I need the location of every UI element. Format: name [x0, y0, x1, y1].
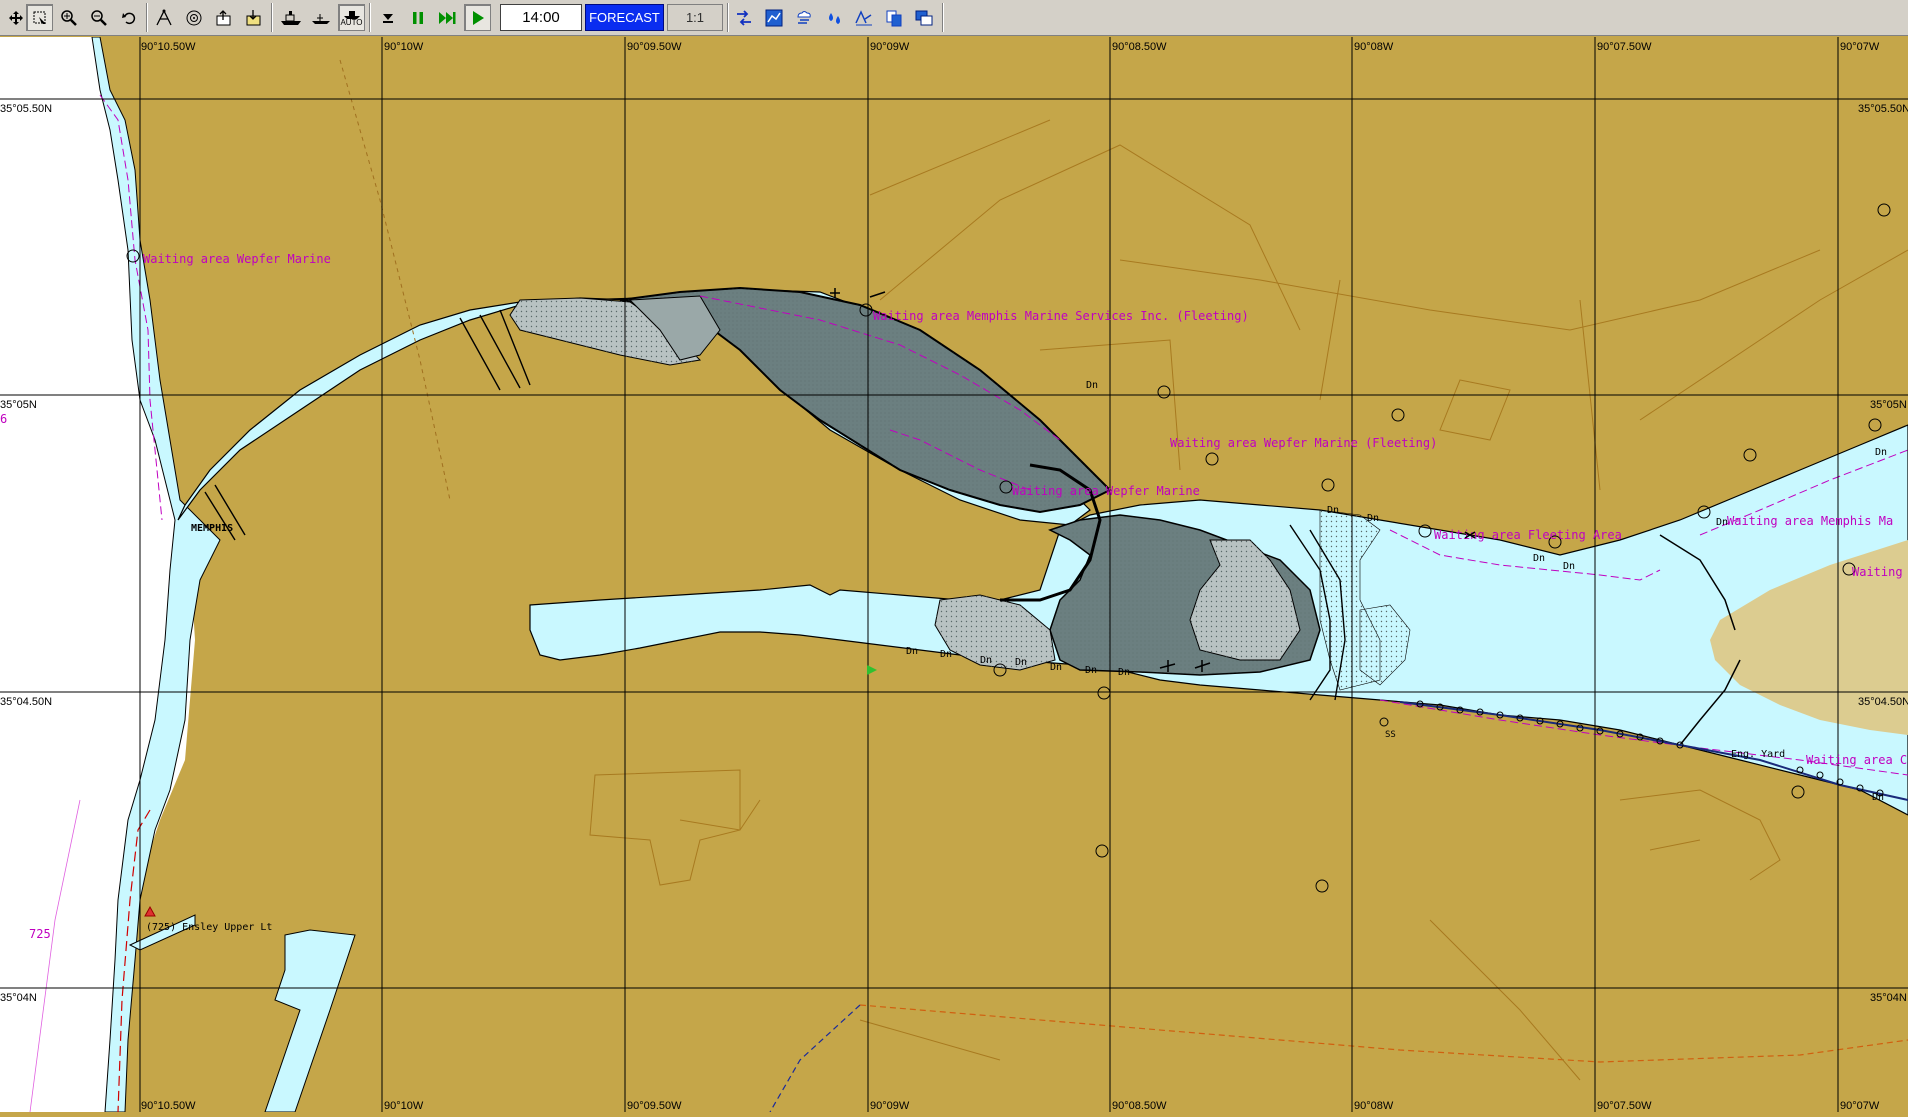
- lat-label-right: 35°05.50N: [1858, 103, 1908, 115]
- lon-label-top: 90°09W: [870, 41, 910, 53]
- toolbar-separator: [942, 3, 944, 32]
- export-icon[interactable]: [210, 4, 237, 31]
- dn-label: Dn: [1533, 553, 1545, 564]
- move-arrows-icon[interactable]: [2, 4, 29, 31]
- waiting-area-label: Waiting area Wepfer Marine (Fleeting): [1170, 436, 1437, 450]
- lon-label-bottom: 90°08W: [1354, 1100, 1394, 1112]
- dn-label: Dn: [980, 655, 992, 666]
- edge-label: 6: [0, 412, 7, 426]
- lon-label-top: 90°07.50W: [1597, 41, 1652, 53]
- dn-label: Dn: [906, 646, 918, 657]
- waiting-area-label: Waiting area Wepfer Marine: [143, 252, 331, 266]
- lat-label-left: 35°05N: [0, 399, 37, 411]
- waiting-area-label: Waiting: [1852, 565, 1903, 579]
- current-arrows-icon[interactable]: [730, 4, 757, 31]
- lon-label-bottom: 90°07.50W: [1597, 1100, 1652, 1112]
- waiting-area-label: Waiting area Cory: [1806, 753, 1908, 767]
- time-field[interactable]: 14:00: [500, 4, 582, 31]
- dn-label: Dn: [1086, 380, 1098, 391]
- lat-label-left: 35°04.50N: [0, 696, 52, 708]
- city-label: MEMPHIS: [191, 523, 233, 534]
- chart-toolbar: AUTO 14:00 FORECAST 1:1: [0, 0, 1908, 36]
- lon-label-top: 90°08W: [1354, 41, 1394, 53]
- toolbar-separator: [146, 3, 148, 32]
- waiting-area-label: Waiting area Memphis Marine Services Inc…: [873, 309, 1249, 323]
- ss-label: SS: [1385, 730, 1396, 740]
- lon-label-bottom: 90°10.50W: [141, 1100, 196, 1112]
- lon-label-top: 90°07W: [1840, 41, 1880, 53]
- lon-label-bottom: 90°09.50W: [627, 1100, 682, 1112]
- chart-layers-icon[interactable]: [760, 4, 787, 31]
- waiting-area-label: Waiting area Fleeting Area: [1434, 528, 1622, 542]
- lat-label-left: 35°04N: [0, 992, 37, 1004]
- import-icon[interactable]: [240, 4, 267, 31]
- route-icon[interactable]: [150, 4, 177, 31]
- lon-label-top: 90°10.50W: [141, 41, 196, 53]
- windows-icon[interactable]: [910, 4, 937, 31]
- lat-label-right: 35°04.50N: [1858, 696, 1908, 708]
- zoom-out-icon[interactable]: [85, 4, 112, 31]
- zoom-in-icon[interactable]: [55, 4, 82, 31]
- target-icon[interactable]: [180, 4, 207, 31]
- eng-yard-label: Eng. Yard: [1731, 749, 1785, 760]
- nautical-chart[interactable]: 90°10.50W 90°10W 90°09.50W 90°09W 90°08.…: [0, 36, 1908, 1113]
- auto-mode-button[interactable]: AUTO: [338, 4, 365, 31]
- pause-icon[interactable]: [404, 4, 431, 31]
- lat-label-left: 35°05.50N: [0, 103, 52, 115]
- dn-label: Dn: [1118, 667, 1130, 678]
- mile-marker: 725: [29, 927, 51, 941]
- toolbar-separator: [271, 3, 273, 32]
- auto-label: AUTO: [340, 17, 363, 27]
- lat-label-right: 35°05N: [1870, 399, 1907, 411]
- dn-label: Dn: [1327, 505, 1339, 516]
- waiting-area-label: Waiting area Memphis Ma: [1727, 514, 1893, 528]
- lon-label-bottom: 90°09W: [870, 1100, 910, 1112]
- dn-label: Dn: [1050, 662, 1062, 673]
- play-icon[interactable]: [464, 4, 491, 31]
- lat-label-right: 35°04N: [1870, 992, 1907, 1004]
- tide-curve-icon[interactable]: [850, 4, 877, 31]
- copy-icon[interactable]: [880, 4, 907, 31]
- forecast-button[interactable]: FORECAST: [585, 4, 664, 31]
- dn-label: Dn: [1085, 665, 1097, 676]
- vessel-icon[interactable]: [307, 4, 334, 31]
- dn-label: Dn: [1563, 561, 1575, 572]
- lon-label-top: 90°08.50W: [1112, 41, 1167, 53]
- dn-label: Dn: [1716, 517, 1728, 528]
- dn-label: Dn: [1015, 657, 1027, 668]
- fast-forward-icon[interactable]: [434, 4, 461, 31]
- lon-label-top: 90°10W: [384, 41, 424, 53]
- dn-label: Dn: [1872, 792, 1884, 803]
- select-box-icon[interactable]: [26, 4, 53, 31]
- toolbar-separator: [369, 3, 371, 32]
- stop-icon[interactable]: [374, 4, 401, 31]
- lon-label-bottom: 90°10W: [384, 1100, 424, 1112]
- dn-label: Dn: [940, 649, 952, 660]
- weather-icon[interactable]: [790, 4, 817, 31]
- waiting-area-label: Waiting area Wepfer Marine: [1012, 484, 1200, 498]
- lon-label-bottom: 90°07W: [1840, 1100, 1880, 1112]
- toolbar-separator: [727, 3, 729, 32]
- undo-icon[interactable]: [115, 4, 142, 31]
- dn-label: Dn: [1875, 447, 1887, 458]
- dn-label: Dn: [1367, 513, 1379, 524]
- lon-label-top: 90°09.50W: [627, 41, 682, 53]
- ship-icon[interactable]: [277, 4, 304, 31]
- light-label: (725) Ensley Upper Lt: [146, 922, 272, 933]
- water-drops-icon[interactable]: [820, 4, 847, 31]
- lon-label-bottom: 90°08.50W: [1112, 1100, 1167, 1112]
- scale-field[interactable]: 1:1: [667, 4, 723, 31]
